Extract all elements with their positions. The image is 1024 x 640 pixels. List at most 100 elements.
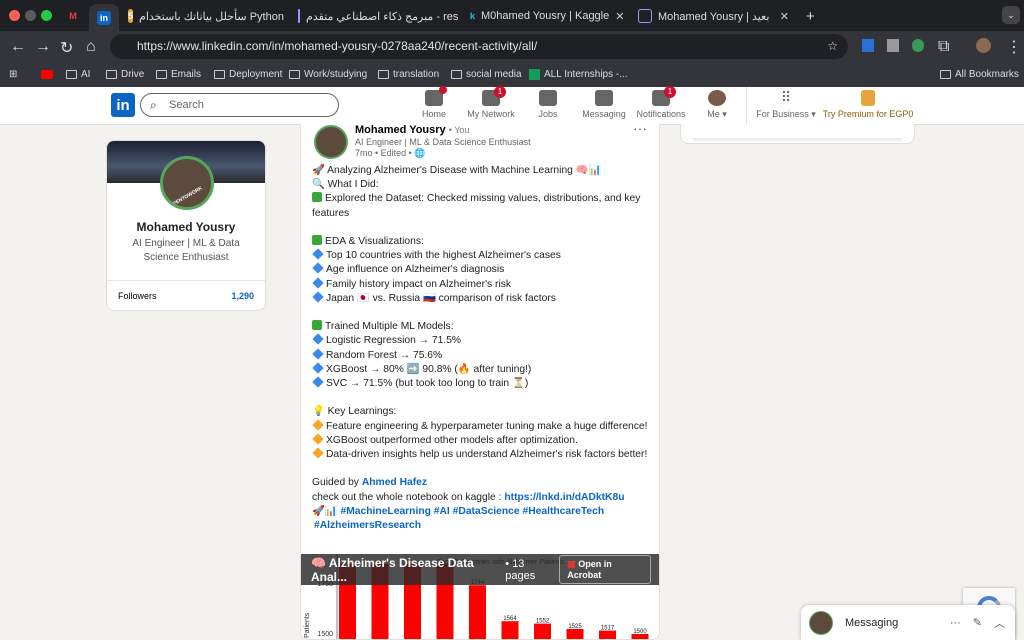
minimize-window-button[interactable] <box>25 10 36 21</box>
tab-search-button[interactable]: ⌄ <box>1002 6 1020 24</box>
hashtags[interactable]: 🚀📊 #MachineLearning #AI #DataScience #He… <box>312 505 652 519</box>
bookmark-drive[interactable]: Drive <box>106 62 144 87</box>
notebook-link[interactable]: https://lnkd.in/dADktK8u <box>504 492 624 503</box>
nav-me[interactable]: Me ▾ <box>687 90 747 120</box>
author-name[interactable]: Mohamed Yousry <box>355 124 446 136</box>
nav-home[interactable]: Home <box>404 86 464 119</box>
document-preview[interactable]: Top 10 Countries with Alzheimer Patients… <box>301 554 659 639</box>
linkedin-icon: in <box>97 10 111 25</box>
post-time: 7mo • Edited • <box>355 148 412 158</box>
author-avatar[interactable] <box>314 125 348 159</box>
bookmark-label: Work/studying <box>304 69 368 80</box>
mention-link[interactable]: Ahmed Hafez <box>362 477 427 488</box>
nav-notifications[interactable]: 1 Notifications <box>631 86 691 119</box>
y-axis-label: Patients <box>304 612 311 638</box>
bookmark-star-icon[interactable]: ☆ <box>827 34 838 59</box>
extension-icon[interactable] <box>912 39 924 52</box>
back-icon[interactable]: ← <box>10 38 26 56</box>
nav-label: Try Premium for EGP0 <box>822 109 914 119</box>
tab-title: مبرمج ذكاء اصطناعي متقدم - rest <box>306 10 458 23</box>
bookmark-translation[interactable]: translation <box>378 62 439 87</box>
extensions-puzzle-icon[interactable]: ⧉ <box>938 38 949 56</box>
avatar <box>708 90 726 106</box>
messaging-icon <box>595 90 613 106</box>
all-bookmarks[interactable]: All Bookmarks <box>940 62 1019 87</box>
folder-icon <box>156 70 167 79</box>
messaging-overlay[interactable]: Messaging ··· ✎ ︿ <box>801 605 1015 640</box>
nav-label: For Business ▾ <box>756 109 816 119</box>
chevron-up-icon[interactable]: ︿ <box>994 615 1005 631</box>
y-tick-label: 1500 <box>317 631 333 638</box>
apps-icon[interactable]: ⊞ <box>9 69 17 80</box>
url-text: https://www.linkedin.com/in/mohamed-yous… <box>137 39 538 53</box>
tab-kaggle[interactable]: k M0hamed Yousry | Kaggle ✕ <box>462 4 629 28</box>
reload-icon[interactable]: ↻ <box>60 38 73 58</box>
youtube-icon[interactable] <box>41 70 53 79</box>
post-line: Logistic Regression → 71.5% <box>326 335 462 347</box>
open-in-acrobat-button[interactable]: ▣ Open in Acrobat <box>559 555 651 584</box>
folder-icon <box>106 70 117 79</box>
forward-icon[interactable]: → <box>35 38 51 56</box>
menu-icon[interactable]: ⋮ <box>1006 37 1022 57</box>
more-options-icon[interactable]: ··· <box>633 124 647 136</box>
bookmark-label: Deployment <box>229 69 283 80</box>
bar-value-label: 1552 <box>536 619 550 625</box>
tab-profile[interactable]: Mohamed Yousry | بعيد ✕ <box>630 4 797 28</box>
bookmark-work[interactable]: Work/studying <box>289 62 367 87</box>
diamond-icon <box>312 418 324 431</box>
compose-icon[interactable]: ✎ <box>973 616 982 629</box>
nav-label: Me ▾ <box>707 109 727 119</box>
maximize-window-button[interactable] <box>41 10 52 21</box>
bookmark-ai[interactable]: AI <box>66 62 90 87</box>
premium-link[interactable]: Try Premium for EGP0 <box>822 90 914 119</box>
post-line: Feature engineering & hyperparameter tun… <box>326 420 648 432</box>
extension-icon[interactable] <box>887 39 899 52</box>
tab-gmail[interactable]: M <box>58 4 88 28</box>
followers-row[interactable]: Followers 1,290 <box>107 280 265 310</box>
diamond-icon <box>312 376 324 388</box>
diamond-icon <box>312 262 324 275</box>
bookmark-social-media[interactable]: social media <box>451 62 522 87</box>
nav-messaging[interactable]: Messaging <box>574 90 634 119</box>
bookmark-label: translation <box>393 69 440 80</box>
search-input[interactable]: ⌕ Search <box>140 93 339 117</box>
bar <box>469 585 486 639</box>
linkedin-logo[interactable]: in <box>111 93 135 117</box>
new-tab-button[interactable]: + <box>798 4 823 28</box>
followers-count: 1,290 <box>231 291 254 301</box>
profile-name[interactable]: Mohamed Yousry <box>107 220 265 234</box>
close-tab-icon[interactable]: ✕ <box>780 10 789 23</box>
hashtag[interactable]: #AlzheimersResearch <box>312 519 652 533</box>
linkedin-navbar: in ⌕ Search Home 1 My Network Jobs Messagi… <box>0 86 1024 125</box>
profile-icon <box>638 9 652 23</box>
tab-freelance[interactable]: مبرمج ذكاء اصطناعي متقدم - rest✕ <box>290 4 458 28</box>
folder-icon <box>214 70 225 79</box>
bookmark-deployment[interactable]: Deployment <box>214 62 282 87</box>
bookmark-internships[interactable]: ALL Internships -... <box>529 62 628 87</box>
bookmark-emails[interactable]: Emails <box>156 62 201 87</box>
nav-for-business[interactable]: ⠿ For Business ▾ <box>753 90 819 120</box>
profile-photo[interactable]: #OPENTOWORK <box>160 156 214 210</box>
nav-jobs[interactable]: Jobs <box>518 90 578 119</box>
check-icon <box>312 320 322 331</box>
nav-my-network[interactable]: 1 My Network <box>461 86 521 119</box>
bar <box>501 621 519 639</box>
bookmark-label: All Bookmarks <box>955 69 1019 80</box>
bar-value-label: 1525 <box>568 624 582 630</box>
tab-upwork[interactable]: 5سأحلل بياناتك باستخدام Python✕ <box>120 4 290 28</box>
globe-icon: 🌐 <box>414 148 426 158</box>
network-icon: 1 <box>482 86 506 106</box>
close-window-button[interactable] <box>9 10 20 21</box>
post-line: Japan 🇯🇵 vs. Russia 🇷🇺 comparison of ris… <box>326 292 556 304</box>
close-tab-icon[interactable]: ✕ <box>615 10 624 23</box>
post-line: SVC → 71.5% (but took too long to train … <box>326 378 529 390</box>
bookmark-label: AI <box>81 69 91 80</box>
home-icon[interactable]: ⌂ <box>86 38 96 56</box>
extension-icon[interactable] <box>862 39 874 52</box>
tab-linkedin[interactable]: in <box>89 4 119 31</box>
url-input[interactable]: https://www.linkedin.com/in/mohamed-yous… <box>110 34 848 59</box>
profile-avatar[interactable] <box>976 38 991 53</box>
more-options-icon[interactable]: ··· <box>950 617 961 629</box>
nav-label: Notifications <box>636 109 686 119</box>
post-line: EDA & Visualizations: <box>325 236 424 248</box>
